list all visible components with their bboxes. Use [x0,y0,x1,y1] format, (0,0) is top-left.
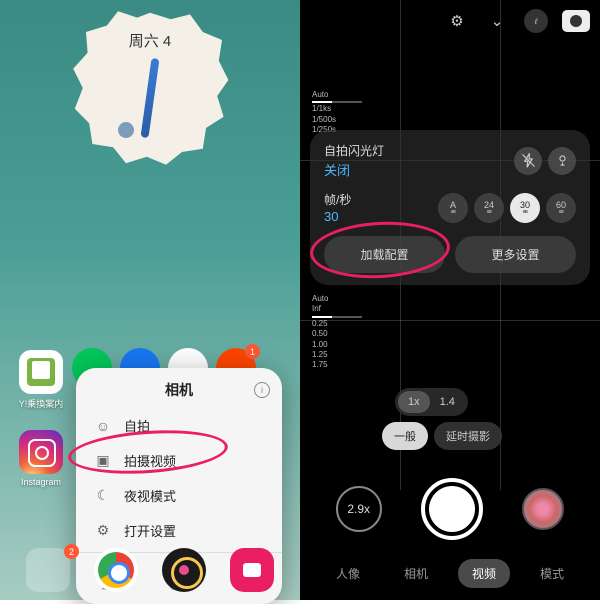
fps-label: 帧/秒 [324,191,351,208]
home-screen: 周六 4 Y!乗換案内 Instagram 相机 i ☺ 自拍 ▣ 拍摄视频 ☾ 夜视… [0,0,300,600]
chrome-icon [94,548,138,592]
camera-mode-tabs: 人像 相机 视频 模式 [300,559,600,588]
button-label: 更多设置 [491,248,539,262]
leica-badge: ℓ [524,9,548,33]
app-label: Y!乗換案内 [19,397,64,410]
load-config-button[interactable]: 加载配置 [324,236,445,273]
popup-title: 相机 [165,380,193,400]
zoom-indicator[interactable]: 2.9x [336,486,382,532]
menu-label: 自拍 [124,416,150,435]
zoom-1-4[interactable]: 1.4 [430,391,465,413]
scale-label: Auto [312,294,362,304]
menu-night-mode[interactable]: ☾ 夜视模式 [76,478,282,513]
scale-val: 1.25 [312,350,362,360]
menu-label: 打开设置 [124,521,176,540]
moon-icon: ☾ [94,487,112,504]
dock-video[interactable] [225,548,279,592]
scale-label: Auto [312,90,362,100]
fps-value: 30 [324,209,351,224]
menu-label: 拍摄视频 [124,451,176,470]
camera-switch-icon[interactable] [562,10,590,32]
video-icon: ▣ [94,452,112,469]
shutter-button[interactable] [421,478,483,540]
clock-dot [118,122,134,138]
scale-val: 1.00 [312,340,362,350]
menu-record-video[interactable]: ▣ 拍摄视频 [76,443,282,478]
scale-val: 1.75 [312,360,362,370]
menu-label: 夜视模式 [124,486,176,505]
app-yroute[interactable]: Y!乗換案内 [14,350,68,410]
badge: 2 [64,544,79,559]
fps-30-button[interactable]: 30ııııı [510,193,540,223]
exposure-scale-mid[interactable]: Auto Inf 0.25 0.50 1.00 1.25 1.75 [312,294,362,371]
scale-val: 1/1ks [312,104,362,114]
tab-video[interactable]: 视频 [458,559,510,588]
mode-timelapse[interactable]: 延时摄影 [434,422,502,450]
app-instagram[interactable]: Instagram [14,430,68,487]
button-label: 加载配置 [360,248,408,262]
scale-val: 0.50 [312,329,362,339]
tab-camera[interactable]: 相机 [390,559,442,588]
video-app-icon [230,548,274,592]
chevron-down-icon[interactable]: ⌄ [484,8,510,34]
menu-selfie[interactable]: ☺ 自拍 [76,408,282,443]
more-settings-button[interactable]: 更多设置 [455,236,576,273]
folder-icon [26,548,70,592]
app-label: Instagram [21,477,61,487]
flash-label: 自拍闪光灯 [324,142,384,159]
dock-chrome[interactable] [89,548,143,592]
fps-auto-button[interactable]: Aııııı [438,193,468,223]
flash-on-button[interactable] [548,147,576,175]
camera-app: ⚙ ⌄ ℓ Auto 1/1ks 1/500s 1/250s 自拍闪光灯 关闭 … [300,0,600,600]
dock-camera[interactable] [157,548,211,592]
instagram-icon [19,430,63,474]
camera-app-icon [162,548,206,592]
clock-widget[interactable]: 周六 4 [70,8,230,168]
scale-val: 0.25 [312,319,362,329]
gallery-thumbnail[interactable] [522,488,564,530]
video-mode-selector: 一般 延时摄影 [382,422,502,450]
tab-mode[interactable]: 模式 [526,559,578,588]
settings-gear-icon[interactable]: ⚙ [444,8,470,34]
flash-off-button[interactable] [514,147,542,175]
selfie-icon: ☺ [94,418,112,434]
menu-open-settings[interactable]: ⚙ 打开设置 [76,513,282,548]
exposure-scale-top[interactable]: Auto 1/1ks 1/500s 1/250s [312,90,362,136]
camera-top-bar: ⚙ ⌄ ℓ [444,8,590,34]
zoom-1x[interactable]: 1x [398,391,430,413]
scale-val: 1/500s [312,115,362,125]
flash-value: 关闭 [324,160,384,179]
scale-label: Inf [312,304,362,314]
dock: 2 [0,548,300,592]
dock-folder[interactable]: 2 [21,548,75,592]
yroute-icon [19,350,63,394]
info-icon[interactable]: i [254,382,270,398]
tab-portrait[interactable]: 人像 [322,559,374,588]
camera-settings-panel: 自拍闪光灯 关闭 帧/秒 30 Aııııı 24ııııı 30ııııı 6… [310,130,590,285]
shutter-row: 2.9x [300,478,600,540]
gear-icon: ⚙ [94,522,112,539]
fps-24-button[interactable]: 24ııııı [474,193,504,223]
clock-date: 周六 4 [129,30,172,51]
mode-normal[interactable]: 一般 [382,422,428,450]
zoom-selector: 1x 1.4 [395,388,468,416]
fps-60-button[interactable]: 60ııııı [546,193,576,223]
